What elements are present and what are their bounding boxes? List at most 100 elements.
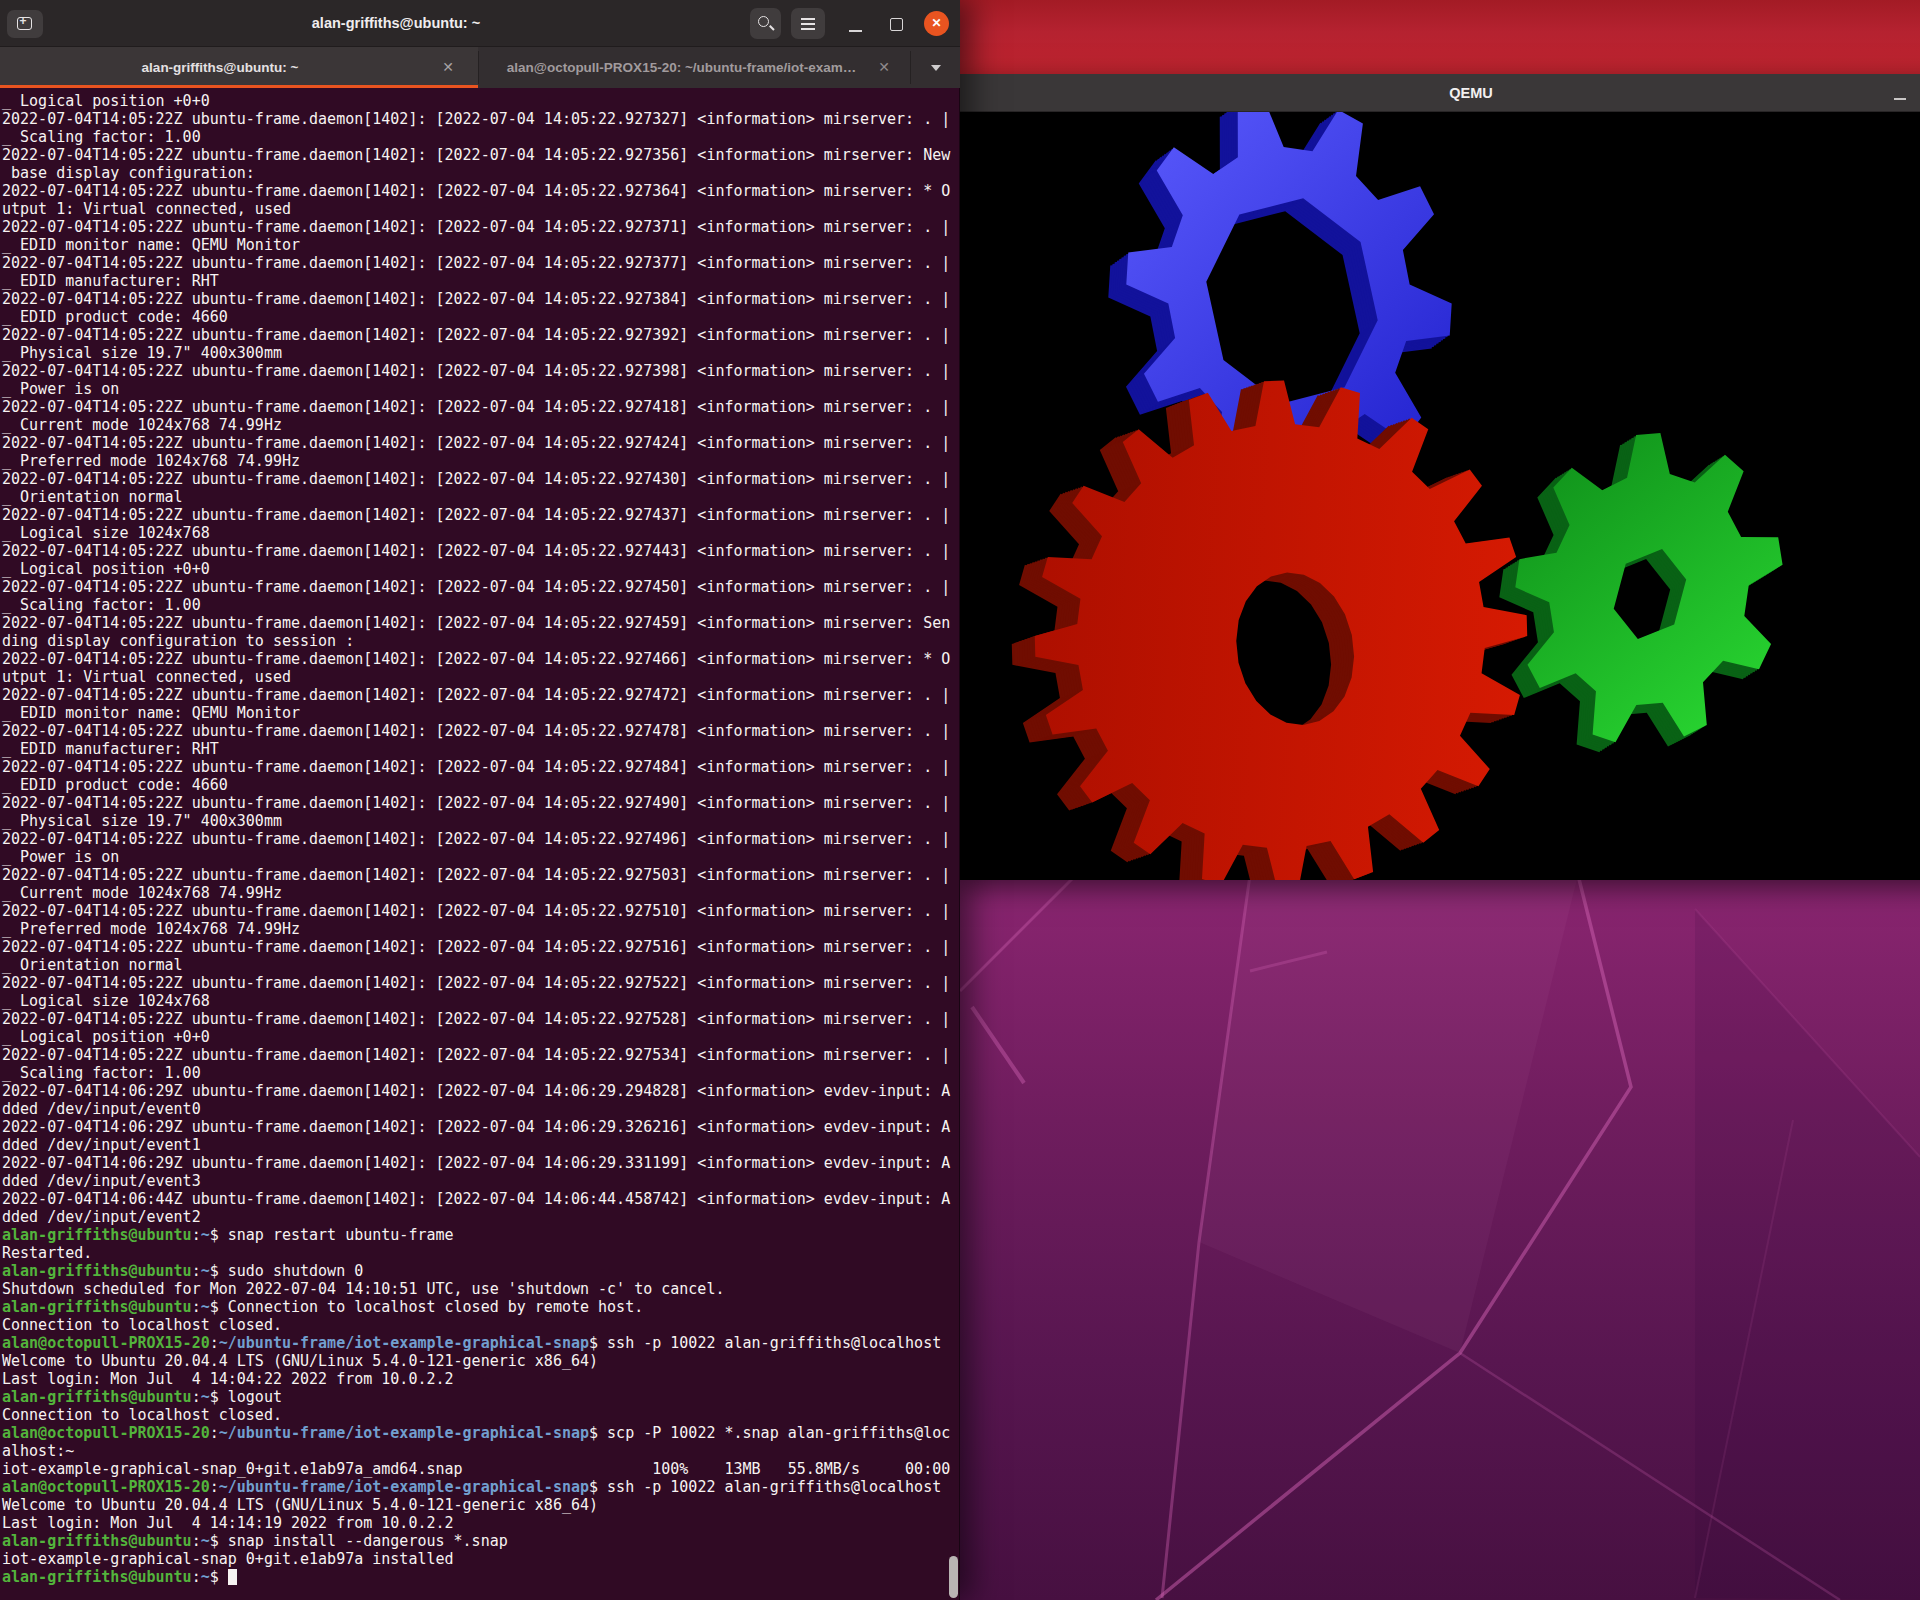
terminal-line: alan-griffiths@ubuntu:~$ bbox=[2, 1568, 950, 1586]
terminal-line: base display configuration: bbox=[2, 164, 950, 182]
terminal-line: 2022-07-04T14:05:22Z ubuntu-frame.daemon… bbox=[2, 974, 950, 992]
qemu-window[interactable]: QEMU bbox=[959, 74, 1920, 880]
terminal-line: Connection to localhost closed. bbox=[2, 1406, 950, 1424]
tab-list-button[interactable] bbox=[911, 47, 960, 88]
terminal-line: _ Power is on bbox=[2, 848, 950, 866]
terminal-line: dded /dev/input/event0 bbox=[2, 1100, 950, 1118]
terminal-line: alan-griffiths@ubuntu:~$ snap install --… bbox=[2, 1532, 950, 1550]
terminal-line: iot-example-graphical-snap_0+git.e1ab97a… bbox=[2, 1460, 950, 1478]
terminal-line: iot-example-graphical-snap 0+git.e1ab97a… bbox=[2, 1550, 950, 1568]
terminal-line: 2022-07-04T14:05:22Z ubuntu-frame.daemon… bbox=[2, 650, 950, 668]
terminal-line: _ Preferred mode 1024x768 74.99Hz bbox=[2, 452, 950, 470]
close-button[interactable]: ✕ bbox=[924, 11, 949, 36]
minimize-button[interactable] bbox=[849, 30, 862, 32]
chevron-down-icon bbox=[931, 65, 941, 71]
terminal-line: alan-griffiths@ubuntu:~$ snap restart ub… bbox=[2, 1226, 950, 1244]
terminal-line: 2022-07-04T14:05:22Z ubuntu-frame.daemon… bbox=[2, 902, 950, 920]
terminal-line: _ EDID manufacturer: RHT bbox=[2, 740, 950, 758]
terminal-line: _ EDID monitor name: QEMU Monitor bbox=[2, 704, 950, 722]
terminal-line: utput 1: Virtual connected, used bbox=[2, 668, 950, 686]
terminal-line: 2022-07-04T14:05:22Z ubuntu-frame.daemon… bbox=[2, 542, 950, 560]
qemu-title: QEMU bbox=[959, 74, 1920, 112]
terminal-line: alan-griffiths@ubuntu:~$ logout bbox=[2, 1388, 950, 1406]
terminal-line: 2022-07-04T14:05:22Z ubuntu-frame.daemon… bbox=[2, 1046, 950, 1064]
terminal-line: _ Physical size 19.7" 400x300mm bbox=[2, 344, 950, 362]
qemu-minimize-icon[interactable] bbox=[1894, 98, 1906, 100]
terminal-line: Restarted. bbox=[2, 1244, 950, 1262]
terminal-titlebar[interactable]: + alan-griffiths@ubuntu: ~ ✕ bbox=[0, 0, 960, 47]
terminal-line: Last login: Mon Jul 4 14:04:22 2022 from… bbox=[2, 1370, 950, 1388]
terminal-line: _ Logical size 1024x768 bbox=[2, 524, 950, 542]
maximize-button[interactable] bbox=[890, 18, 903, 31]
qemu-titlebar[interactable]: QEMU bbox=[959, 74, 1920, 112]
terminal-cursor bbox=[228, 1569, 237, 1585]
terminal-line: ding display configuration to session : bbox=[2, 632, 950, 650]
terminal-line: Last login: Mon Jul 4 14:14:19 2022 from… bbox=[2, 1514, 950, 1532]
tab-close-icon[interactable]: ✕ bbox=[874, 47, 894, 88]
tab-close-icon[interactable]: ✕ bbox=[438, 47, 458, 88]
terminal-line: 2022-07-04T14:06:29Z ubuntu-frame.daemon… bbox=[2, 1082, 950, 1100]
terminal-line: 2022-07-04T14:05:22Z ubuntu-frame.daemon… bbox=[2, 722, 950, 740]
terminal-line: alan-griffiths@ubuntu:~$ sudo shutdown 0 bbox=[2, 1262, 950, 1280]
terminal-line: _ EDID product code: 4660 bbox=[2, 776, 950, 794]
terminal-line: 2022-07-04T14:05:22Z ubuntu-frame.daemon… bbox=[2, 830, 950, 848]
tab-inactive[interactable]: alan@octopull-PROX15-20: ~/ubuntu-frame/… bbox=[479, 47, 910, 88]
terminal-line: _ Current mode 1024x768 74.99Hz bbox=[2, 416, 950, 434]
tab-inactive-label: alan@octopull-PROX15-20: ~/ubuntu-frame/… bbox=[489, 47, 874, 88]
terminal-line: 2022-07-04T14:05:22Z ubuntu-frame.daemon… bbox=[2, 398, 950, 416]
terminal-line: _ Physical size 19.7" 400x300mm bbox=[2, 812, 950, 830]
search-icon bbox=[758, 16, 769, 27]
terminal-line: 2022-07-04T14:05:22Z ubuntu-frame.daemon… bbox=[2, 614, 950, 632]
terminal-line: _ Scaling factor: 1.00 bbox=[2, 596, 950, 614]
terminal-line: alan@octopull-PROX15-20:~/ubuntu-frame/i… bbox=[2, 1478, 950, 1496]
terminal-line: 2022-07-04T14:05:22Z ubuntu-frame.daemon… bbox=[2, 794, 950, 812]
terminal-line: _ Logical position +0+0 bbox=[2, 560, 950, 578]
terminal-line: 2022-07-04T14:06:29Z ubuntu-frame.daemon… bbox=[2, 1118, 950, 1136]
tab-active-label: alan-griffiths@ubuntu: ~ bbox=[0, 47, 440, 88]
terminal-line: alan-griffiths@ubuntu:~$ Connection to l… bbox=[2, 1298, 950, 1316]
new-tab-button[interactable]: + bbox=[7, 10, 43, 38]
terminal-window[interactable]: + alan-griffiths@ubuntu: ~ ✕ alan-griffi… bbox=[0, 0, 960, 1600]
gear-green bbox=[1470, 410, 1809, 780]
terminal-line: 2022-07-04T14:05:22Z ubuntu-frame.daemon… bbox=[2, 938, 950, 956]
terminal-line: _ Orientation normal bbox=[2, 956, 950, 974]
terminal-line: 2022-07-04T14:05:22Z ubuntu-frame.daemon… bbox=[2, 866, 950, 884]
terminal-line: _ Preferred mode 1024x768 74.99Hz bbox=[2, 920, 950, 938]
terminal-line: _ Current mode 1024x768 74.99Hz bbox=[2, 884, 950, 902]
terminal-line: 2022-07-04T14:05:22Z ubuntu-frame.daemon… bbox=[2, 758, 950, 776]
tab-bar: alan-griffiths@ubuntu: ~ ✕ alan@octopull… bbox=[0, 47, 960, 88]
window-title: alan-griffiths@ubuntu: ~ bbox=[42, 0, 750, 47]
terminal-line: 2022-07-04T14:05:22Z ubuntu-frame.daemon… bbox=[2, 506, 950, 524]
terminal-line: Shutdown scheduled for Mon 2022-07-04 14… bbox=[2, 1280, 950, 1298]
terminal-line: alhost:~ bbox=[2, 1442, 950, 1460]
gears-canvas bbox=[959, 112, 1920, 880]
terminal-line: _ Power is on bbox=[2, 380, 950, 398]
terminal-line: 2022-07-04T14:05:22Z ubuntu-frame.daemon… bbox=[2, 326, 950, 344]
terminal-line: 2022-07-04T14:05:22Z ubuntu-frame.daemon… bbox=[2, 182, 950, 200]
terminal-line: Welcome to Ubuntu 20.04.4 LTS (GNU/Linux… bbox=[2, 1496, 950, 1514]
search-button[interactable] bbox=[750, 8, 781, 39]
terminal-line: alan@octopull-PROX15-20:~/ubuntu-frame/i… bbox=[2, 1424, 950, 1442]
terminal-line: Connection to localhost closed. bbox=[2, 1316, 950, 1334]
terminal-line: _ Scaling factor: 1.00 bbox=[2, 1064, 950, 1082]
tab-active[interactable]: alan-griffiths@ubuntu: ~ ✕ bbox=[0, 47, 478, 88]
terminal-line: dded /dev/input/event1 bbox=[2, 1136, 950, 1154]
scrollbar-thumb[interactable] bbox=[949, 1556, 958, 1598]
desktop: QEMU + alan-griffiths@ubuntu: ~ ✕ alan-g… bbox=[0, 0, 1920, 1600]
menu-button[interactable] bbox=[791, 8, 825, 39]
terminal-line: 2022-07-04T14:06:44Z ubuntu-frame.daemon… bbox=[2, 1190, 950, 1208]
terminal-line: 2022-07-04T14:06:29Z ubuntu-frame.daemon… bbox=[2, 1154, 950, 1172]
terminal-line: 2022-07-04T14:05:22Z ubuntu-frame.daemon… bbox=[2, 146, 950, 164]
terminal-line: 2022-07-04T14:05:22Z ubuntu-frame.daemon… bbox=[2, 110, 950, 128]
terminal-line: _ Scaling factor: 1.00 bbox=[2, 128, 950, 146]
terminal-line: dded /dev/input/event2 bbox=[2, 1208, 950, 1226]
new-tab-icon: + bbox=[17, 17, 32, 30]
hamburger-icon bbox=[801, 18, 815, 20]
terminal-line: _ EDID monitor name: QEMU Monitor bbox=[2, 236, 950, 254]
terminal-screen[interactable]: _ Logical position +0+02022-07-04T14:05:… bbox=[0, 88, 960, 1600]
qemu-viewport[interactable] bbox=[959, 112, 1920, 880]
gear-red bbox=[976, 346, 1563, 880]
terminal-line: 2022-07-04T14:05:22Z ubuntu-frame.daemon… bbox=[2, 470, 950, 488]
terminal-line: _ Logical position +0+0 bbox=[2, 1028, 950, 1046]
terminal-line: 2022-07-04T14:05:22Z ubuntu-frame.daemon… bbox=[2, 686, 950, 704]
